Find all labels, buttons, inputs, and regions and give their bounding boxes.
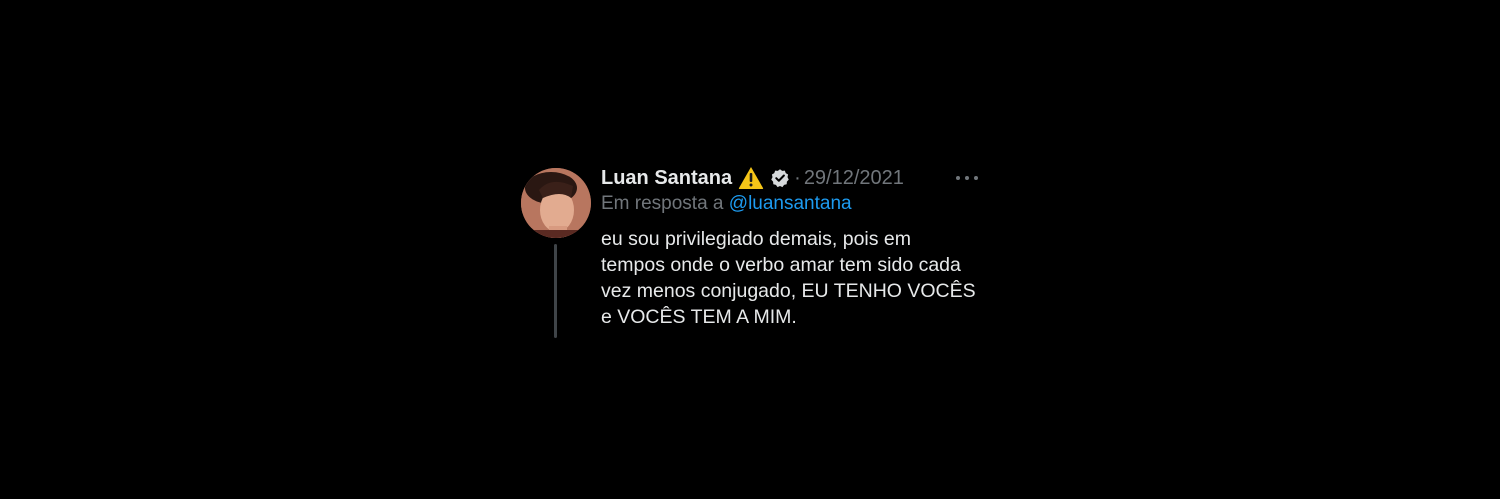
reply-handle-link[interactable]: @luansantana [729,193,852,214]
more-dot [965,176,969,180]
avatar[interactable] [521,168,591,238]
avatar-photo [521,168,591,238]
tweet-date[interactable]: 29/12/2021 [804,167,904,190]
warning-icon [738,166,764,190]
more-horizontal-icon[interactable] [956,168,978,188]
tweet-body-line: tempos onde o verbo amar tem sido cada [601,254,961,276]
more-dot [974,176,978,180]
more-dot [956,176,960,180]
tweet-body-line: e VOCÊS TEM A MIM. [601,306,797,328]
tweet-body-line: vez menos conjugado, EU TENHO VOCÊS [601,280,976,302]
verified-badge-icon [770,168,790,188]
separator-dot: · [794,166,801,189]
tweet-body: eu sou privilegiado demais, pois em temp… [601,226,991,330]
reply-prefix: Em resposta a [601,193,724,214]
thread-connector-line [554,244,557,338]
author-name[interactable]: Luan Santana [601,167,732,190]
banner-canvas: Luan Santana · 29/12/2021 Em resposta a … [0,0,1500,499]
tweet-header: Luan Santana · 29/12/2021 [601,164,904,192]
tweet-body-line: eu sou privilegiado demais, pois em [601,228,912,250]
reply-context: Em resposta a @luansantana [601,193,852,215]
